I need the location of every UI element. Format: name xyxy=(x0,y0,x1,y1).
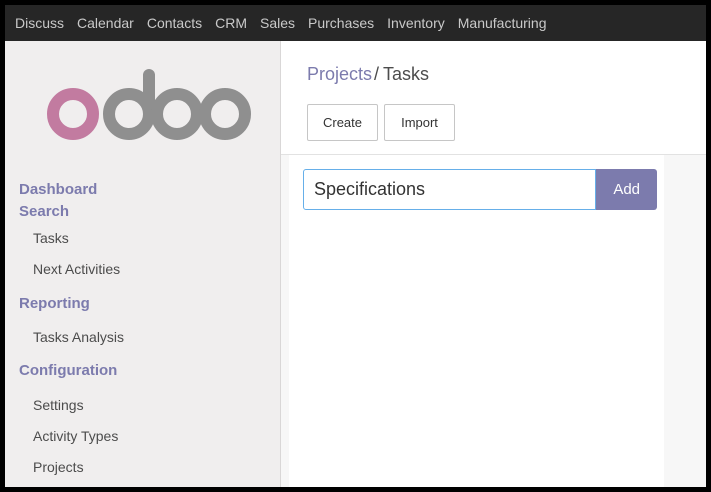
sidebar-section-reporting[interactable]: Reporting xyxy=(5,285,281,323)
sidebar-nav: Dashboard Search Tasks Next Activities R… xyxy=(5,179,281,483)
menu-crm[interactable]: CRM xyxy=(215,15,247,31)
menu-discuss[interactable]: Discuss xyxy=(15,15,64,31)
sidebar-item-projects[interactable]: Projects xyxy=(5,452,281,483)
menu-contacts[interactable]: Contacts xyxy=(147,15,202,31)
breadcrumb: Projects / Tasks xyxy=(307,64,429,85)
menu-manufacturing[interactable]: Manufacturing xyxy=(458,15,547,31)
quick-create-input[interactable] xyxy=(303,169,597,210)
sidebar-section-configuration[interactable]: Configuration xyxy=(5,352,281,390)
menu-calendar[interactable]: Calendar xyxy=(77,15,134,31)
sidebar-section-search[interactable]: Search xyxy=(5,201,281,223)
sidebar-item-settings[interactable]: Settings xyxy=(5,390,281,421)
sidebar-section-dashboard[interactable]: Dashboard xyxy=(5,179,281,201)
create-button[interactable]: Create xyxy=(307,104,378,141)
sidebar-item-activity-types[interactable]: Activity Types xyxy=(5,421,281,452)
menu-purchases[interactable]: Purchases xyxy=(308,15,374,31)
add-button[interactable]: Add xyxy=(596,169,657,210)
menu-sales[interactable]: Sales xyxy=(260,15,295,31)
app-window: Discuss Calendar Contacts CRM Sales Purc… xyxy=(5,5,706,487)
menu-inventory[interactable]: Inventory xyxy=(387,15,445,31)
sidebar: Dashboard Search Tasks Next Activities R… xyxy=(5,41,281,487)
control-panel: Projects / Tasks Create Import xyxy=(281,41,706,155)
sidebar-item-next-activities[interactable]: Next Activities xyxy=(5,254,281,285)
main-content: Projects/Tasks Create Import Add xyxy=(281,41,706,487)
breadcrumb-separator: / xyxy=(374,64,380,84)
odoo-logo xyxy=(47,69,251,140)
sidebar-item-tasks-analysis[interactable]: Tasks Analysis xyxy=(5,323,281,352)
import-button[interactable]: Import xyxy=(384,104,455,141)
quick-create-form: Add xyxy=(303,169,657,210)
breadcrumb-projects-link[interactable]: Projects xyxy=(307,64,372,84)
kanban-column-quick-create: Add xyxy=(289,155,664,487)
kanban-view: Add xyxy=(281,155,706,487)
sidebar-item-tasks[interactable]: Tasks xyxy=(5,223,281,254)
breadcrumb-current: Tasks xyxy=(383,64,430,84)
top-menu-bar: Discuss Calendar Contacts CRM Sales Purc… xyxy=(5,5,706,41)
